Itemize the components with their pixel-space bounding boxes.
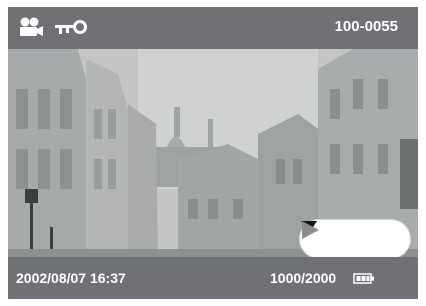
camera-screen: 100-0055 2002/08/07 16:37 1000/2000 (0, 0, 426, 306)
bottom-status-bar: 2002/08/07 16:37 1000/2000 (8, 257, 418, 299)
top-status-bar: 100-0055 (8, 7, 418, 49)
photo-preview (8, 49, 418, 257)
navigation-pill (299, 219, 411, 257)
triangle-right-icon[interactable] (300, 220, 320, 240)
movie-camera-icon (20, 17, 43, 36)
playback-frame: 100-0055 2002/08/07 16:37 1000/2000 (8, 7, 418, 299)
image-counter: 1000/2000 (270, 270, 337, 286)
recording-datetime: 2002/08/07 16:37 (16, 270, 126, 286)
key-icon (55, 20, 87, 34)
battery-icon (353, 273, 374, 284)
file-number: 100-0055 (334, 18, 398, 35)
